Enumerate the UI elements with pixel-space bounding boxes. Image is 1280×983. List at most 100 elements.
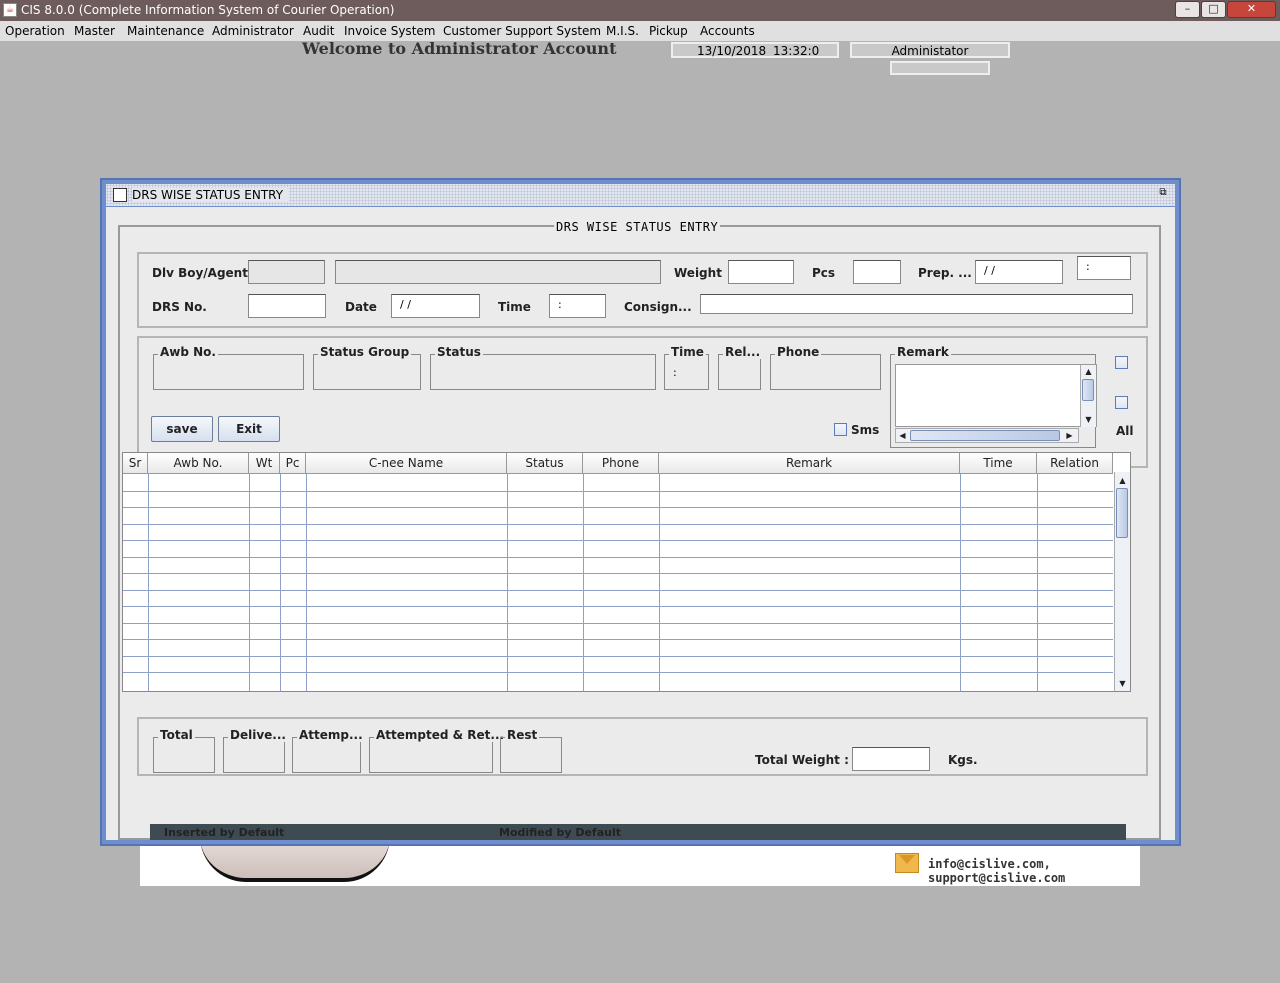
menu-invoice-system[interactable]: Invoice System: [344, 24, 435, 38]
close-button[interactable]: ✕: [1227, 1, 1276, 18]
attempted-label: Attemp...: [297, 728, 365, 742]
menu-administrator[interactable]: Administrator: [212, 24, 294, 38]
welcome-heading: Welcome to Administrator Account: [302, 39, 617, 58]
table-vertical-scrollbar[interactable]: ▲ ▼: [1114, 472, 1130, 691]
scroll-up-icon[interactable]: ▲: [1083, 366, 1094, 377]
entry-time-label: Time: [669, 345, 706, 359]
remark-vertical-scrollbar[interactable]: ▲ ▼: [1080, 365, 1096, 427]
drs-header-panel: Dlv Boy/Agent Weight Pcs Prep. ... / / :…: [137, 252, 1148, 328]
modified-by: Modified by Default: [499, 826, 621, 839]
date-label: Date: [345, 300, 377, 314]
col-header-status[interactable]: Status: [507, 453, 583, 473]
entry-time-field[interactable]: Time :: [664, 345, 709, 390]
date-input[interactable]: / /: [391, 294, 480, 318]
col-header-phone[interactable]: Phone: [583, 453, 659, 473]
table-row: [123, 507, 1113, 508]
exit-button[interactable]: Exit: [218, 416, 280, 442]
audit-status-bar: Inserted by Default Modified by Default: [150, 824, 1126, 840]
relation-label: Rel...: [723, 345, 763, 359]
col-header-cnee-name[interactable]: C-nee Name: [306, 453, 507, 473]
datetime-display: 13/10/2018 13:32:0: [671, 42, 839, 58]
col-header-awb[interactable]: Awb No.: [148, 453, 249, 473]
menu-pickup[interactable]: Pickup: [649, 24, 688, 38]
menu-master[interactable]: Master: [74, 24, 115, 38]
status-label: Status: [435, 345, 483, 359]
total-field: Total: [153, 728, 215, 773]
attempted-returned-label: Attempted & Ret...: [374, 728, 507, 742]
sms-label: Sms: [851, 423, 880, 437]
frame-title-bar[interactable]: DRS WISE STATUS ENTRY ⧉: [106, 184, 1175, 206]
app-title-bar: ☕ CIS 8.0.0 (Complete Information System…: [0, 0, 1280, 21]
remark-textarea[interactable]: ▲ ▼: [895, 364, 1097, 427]
scroll-up-icon[interactable]: ▲: [1117, 475, 1128, 486]
scroll-left-icon[interactable]: ◀: [897, 430, 908, 441]
col-header-time[interactable]: Time: [960, 453, 1037, 473]
select-checkbox-top[interactable]: [1115, 356, 1128, 369]
delivered-label: Delive...: [228, 728, 288, 742]
time-input[interactable]: :: [549, 294, 606, 318]
rest-label: Rest: [505, 728, 540, 742]
frame-title: DRS WISE STATUS ENTRY: [132, 188, 290, 202]
kgs-label: Kgs.: [948, 753, 978, 767]
time-label: Time: [498, 300, 531, 314]
status-entry-panel: Awb No. Status Group Status Time : Rel..…: [137, 336, 1148, 468]
maximize-button[interactable]: □: [1201, 1, 1226, 18]
table-row: [123, 573, 1113, 574]
status-group-field[interactable]: Status Group: [313, 345, 421, 390]
drs-no-input[interactable]: [248, 294, 326, 318]
col-header-remark[interactable]: Remark: [659, 453, 960, 473]
status-table[interactable]: Sr Awb No. Wt Pc C-nee Name Status Phone…: [122, 452, 1131, 692]
status-field[interactable]: Status: [430, 345, 656, 390]
dlv-boy-name-input[interactable]: [335, 260, 661, 284]
pcs-input[interactable]: [853, 260, 901, 284]
support-email: info@cislive.com, support@cislive.com: [928, 857, 1066, 885]
col-header-relation[interactable]: Relation: [1037, 453, 1113, 473]
select-checkbox-bottom[interactable]: [1115, 396, 1128, 409]
prep-date-input[interactable]: / /: [975, 260, 1063, 284]
status-group-label: Status Group: [318, 345, 412, 359]
menu-maintenance[interactable]: Maintenance: [127, 24, 204, 38]
relation-field[interactable]: Rel...: [718, 345, 763, 390]
remark-horizontal-scrollbar[interactable]: ◀ ▶: [895, 428, 1079, 443]
scroll-thumb[interactable]: [1082, 379, 1094, 401]
remark-label: Remark: [895, 345, 951, 359]
delivered-field: Delive...: [223, 728, 288, 773]
scroll-down-icon[interactable]: ▼: [1083, 414, 1094, 425]
minimize-button[interactable]: –: [1175, 1, 1200, 18]
menu-customer-support[interactable]: Customer Support System: [443, 24, 601, 38]
table-row: [123, 589, 1113, 591]
menu-audit[interactable]: Audit: [303, 24, 334, 38]
entry-time-value: :: [673, 366, 677, 379]
table-row: [123, 523, 1113, 525]
scroll-thumb[interactable]: [910, 430, 1060, 441]
col-header-wt[interactable]: Wt: [249, 453, 280, 473]
current-time: 13:32:0: [773, 44, 820, 58]
consignee-input[interactable]: [700, 294, 1133, 314]
inserted-by: Inserted by Default: [164, 826, 285, 839]
save-button[interactable]: save: [151, 416, 213, 442]
sms-checkbox[interactable]: [834, 423, 847, 436]
table-row: [123, 639, 1113, 640]
frame-body: DRS WISE STATUS ENTRY Dlv Boy/Agent Weig…: [106, 207, 1175, 840]
total-weight-input[interactable]: [852, 747, 930, 771]
weight-input[interactable]: [728, 260, 794, 284]
phone-label: Phone: [775, 345, 822, 359]
scroll-thumb[interactable]: [1116, 488, 1128, 538]
menu-operation[interactable]: Operation: [5, 24, 65, 38]
awb-no-field[interactable]: Awb No.: [153, 345, 304, 390]
prep-time-input[interactable]: :: [1077, 256, 1131, 280]
col-header-sr[interactable]: Sr: [123, 453, 148, 473]
total-label: Total: [158, 728, 195, 742]
phone-field[interactable]: Phone: [770, 345, 881, 390]
col-header-pc[interactable]: Pc: [280, 453, 306, 473]
scroll-right-icon[interactable]: ▶: [1064, 430, 1075, 441]
table-header: Sr Awb No. Wt Pc C-nee Name Status Phone…: [123, 453, 1113, 474]
scroll-down-icon[interactable]: ▼: [1117, 678, 1128, 689]
table-row: [123, 622, 1113, 624]
menu-mis[interactable]: M.I.S.: [606, 24, 639, 38]
restore-icon[interactable]: ⧉: [1157, 188, 1169, 200]
menu-accounts[interactable]: Accounts: [700, 24, 755, 38]
remark-field: Remark ▲ ▼ ◀ ▶: [890, 345, 1097, 448]
dlv-boy-code-input[interactable]: [248, 260, 325, 284]
window-icon: [113, 188, 127, 202]
